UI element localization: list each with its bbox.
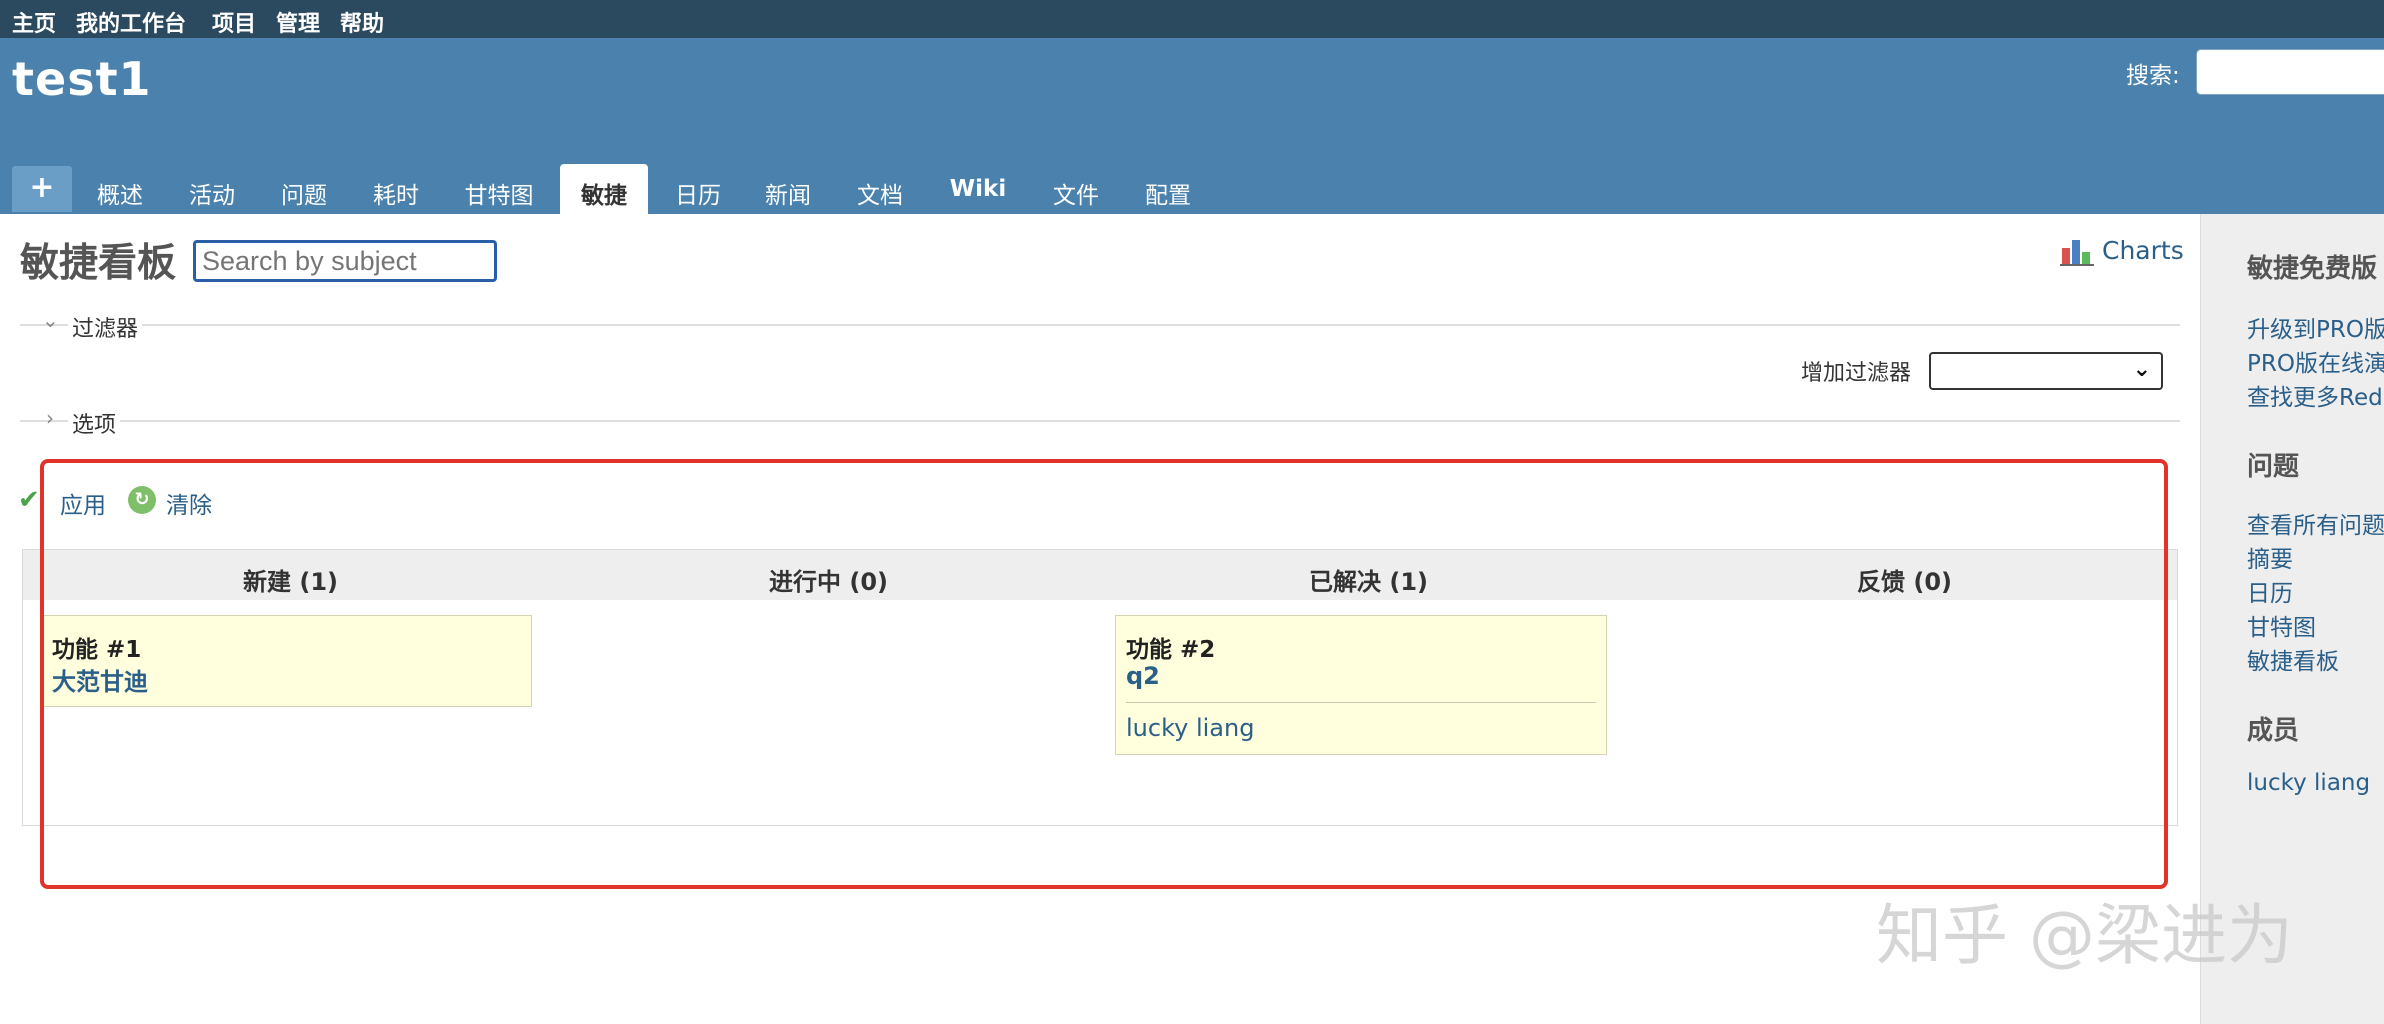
tab-agile[interactable]: 敏捷: [560, 164, 648, 214]
sidebar-link-gantt[interactable]: 甘特图: [2247, 608, 2316, 642]
add-filter-label: 增加过滤器: [1801, 361, 1912, 386]
sidebar-link-view-all-issues[interactable]: 查看所有问题: [2247, 506, 2384, 540]
watermark: 知乎 @梁进为: [1876, 897, 2293, 974]
options-legend[interactable]: 选项: [68, 407, 121, 439]
chevron-right-icon[interactable]: ›: [46, 406, 54, 430]
tab-news[interactable]: 新闻: [754, 164, 822, 214]
filters-divider: [20, 324, 2180, 326]
chevron-down-icon: ⌄: [2132, 357, 2151, 382]
tab-new-issue[interactable]: +: [12, 166, 72, 212]
top-menu-home[interactable]: 主页: [12, 6, 56, 38]
filters-legend[interactable]: 过滤器: [68, 311, 143, 343]
tab-files[interactable]: 文件: [1042, 164, 1110, 214]
page-title: 敏捷看板: [20, 241, 177, 286]
checkmark-icon[interactable]: ✔: [18, 485, 40, 515]
charts-icon[interactable]: [2060, 238, 2094, 266]
highlight-annotation: [40, 459, 2168, 889]
sidebar-link-upgrade-pro[interactable]: 升级到PRO版: [2247, 310, 2384, 344]
sidebar-link-agile-board[interactable]: 敏捷看板: [2247, 642, 2339, 676]
top-menu-my-page[interactable]: 我的工作台: [76, 6, 186, 38]
top-menu: 主页 我的工作台 项目 管理 帮助: [0, 0, 2384, 38]
top-menu-projects[interactable]: 项目: [212, 6, 256, 38]
tab-issues[interactable]: 问题: [270, 164, 338, 214]
charts-link[interactable]: Charts: [2102, 236, 2184, 265]
search-label: 搜索:: [2126, 63, 2180, 89]
sidebar-heading-issues: 问题: [2247, 452, 2300, 482]
header: test1 搜索: + 概述 活动 问题 耗时 甘特图 敏捷 日历 新闻 文档 …: [0, 38, 2384, 214]
sidebar-link-member[interactable]: lucky liang: [2247, 770, 2370, 796]
sidebar-link-summary[interactable]: 摘要: [2247, 540, 2293, 574]
tab-calendar[interactable]: 日历: [664, 164, 732, 214]
tab-spent-time[interactable]: 耗时: [362, 164, 430, 214]
sidebar-heading-members: 成员: [2247, 716, 2300, 746]
project-title[interactable]: test1: [12, 52, 152, 106]
add-filter-select[interactable]: ⌄: [1929, 352, 2163, 390]
top-menu-admin[interactable]: 管理: [276, 6, 320, 38]
tab-gantt[interactable]: 甘特图: [454, 164, 544, 214]
tab-settings[interactable]: 配置: [1134, 164, 1202, 214]
tab-documents[interactable]: 文档: [846, 164, 914, 214]
quick-search-input[interactable]: [2196, 49, 2384, 95]
chevron-down-icon[interactable]: ⌄: [42, 308, 59, 332]
sidebar-link-calendar[interactable]: 日历: [2247, 574, 2293, 608]
tab-activity[interactable]: 活动: [178, 164, 246, 214]
options-divider: [20, 420, 2180, 422]
subject-search-input[interactable]: [193, 240, 497, 282]
tab-wiki[interactable]: Wiki: [936, 164, 1020, 214]
sidebar-link-find-more[interactable]: 查找更多Red: [2247, 378, 2383, 412]
sidebar-link-pro-demo[interactable]: PRO版在线演: [2247, 344, 2384, 378]
sidebar-heading-agile-free: 敏捷免费版: [2247, 254, 2378, 284]
top-menu-help[interactable]: 帮助: [340, 6, 384, 38]
tab-overview[interactable]: 概述: [86, 164, 154, 214]
